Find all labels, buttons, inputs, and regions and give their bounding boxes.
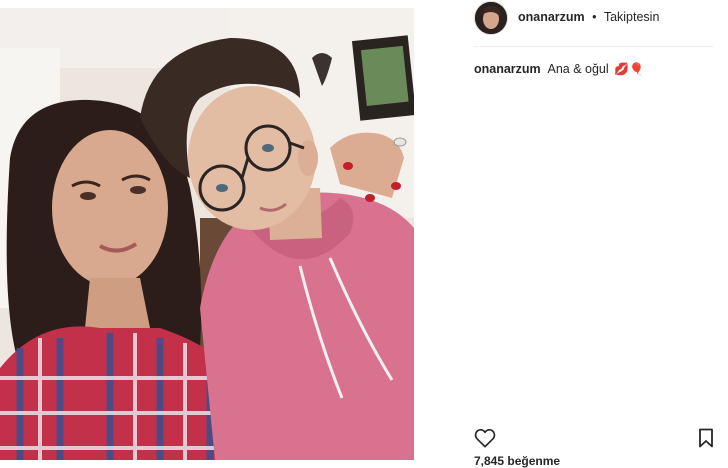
post-header: onanarzum • Takiptesin <box>518 10 659 24</box>
header-divider <box>474 46 714 47</box>
post-actions <box>474 428 714 452</box>
header-separator: • <box>592 10 597 24</box>
instagram-post: onanarzum • Takiptesin onanarzum Ana & o… <box>0 0 728 468</box>
post-username[interactable]: onanarzum <box>518 10 585 24</box>
likes-count[interactable]: 7,845 beğenme <box>474 454 560 468</box>
save-button[interactable] <box>698 428 716 450</box>
avatar-image <box>475 2 507 34</box>
caption-username[interactable]: onanarzum <box>474 62 541 76</box>
post-photo[interactable] <box>0 8 414 460</box>
caption-text: Ana & oğul <box>547 62 609 76</box>
like-button[interactable] <box>474 428 498 450</box>
heart-outline-icon <box>474 428 496 448</box>
selfie-photo-image <box>0 8 414 460</box>
caption-emoji: 💋🎈 <box>614 62 645 76</box>
user-avatar[interactable] <box>474 1 508 35</box>
bookmark-outline-icon <box>699 428 713 448</box>
follow-status-button[interactable]: Takiptesin <box>604 10 660 24</box>
post-caption: onanarzum Ana & oğul 💋🎈 <box>474 62 644 76</box>
